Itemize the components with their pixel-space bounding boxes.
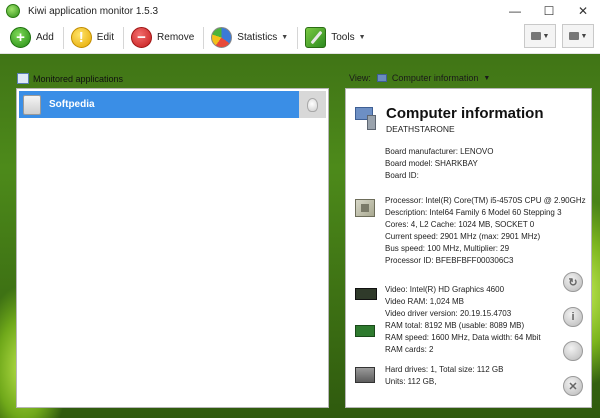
edit-button[interactable]: ! Edit — [67, 24, 118, 52]
pie-chart-icon — [211, 27, 233, 48]
remove-button[interactable]: − Remove — [127, 24, 198, 52]
computer-icon — [355, 107, 377, 131]
add-label: Add — [36, 32, 54, 43]
info-heading: Computer information — [386, 105, 544, 122]
ram-icon — [355, 325, 375, 337]
processor-cores: Cores: 4, L2 Cache: 1024 MB, SOCKET 0 — [385, 220, 535, 229]
settings-icon — [530, 32, 541, 40]
info-icon: i — [571, 311, 575, 323]
skin-dropdown-button[interactable]: ▼ — [562, 24, 594, 48]
refresh-button[interactable]: ↻ — [563, 272, 583, 292]
blank-button[interactable] — [563, 341, 583, 361]
chevron-down-icon: ▼ — [358, 34, 366, 41]
video-driver: Video driver version: 20.19.15.4703 — [385, 309, 512, 318]
board-id: Board ID: — [385, 171, 419, 180]
chevron-down-icon: ▼ — [483, 74, 491, 82]
processor-bus: Bus speed: 100 MHz, Multiplier: 29 — [385, 244, 510, 253]
tools-label: Tools — [331, 32, 355, 43]
monitored-apps-list[interactable]: Softpedia — [16, 88, 329, 408]
monitor-icon — [376, 74, 387, 82]
chevron-down-icon: ▼ — [281, 34, 289, 41]
application-icon — [23, 94, 41, 115]
main-toolbar: + Add ! Edit − Remove Statistics ▼ Tools… — [0, 22, 600, 54]
cpu-icon — [355, 199, 375, 217]
toolbar-separator — [62, 26, 64, 49]
exclamation-icon: ! — [70, 27, 92, 48]
window-title: Kiwi application monitor 1.5.3 — [28, 5, 159, 17]
monitored-apps-header: Monitored applications — [17, 73, 123, 84]
view-selector[interactable]: View: Computer information ▼ — [349, 73, 490, 83]
view-label: View: — [349, 73, 371, 83]
remove-label: Remove — [157, 32, 195, 43]
plus-icon: + — [10, 27, 31, 48]
close-icon: ✕ — [568, 380, 578, 393]
toolbar-separator — [203, 26, 205, 49]
monitored-apps-title: Monitored applications — [33, 73, 124, 84]
status-indicator[interactable] — [299, 91, 326, 118]
view-value: Computer information — [391, 73, 479, 83]
ram-speed: RAM speed: 1600 MHz, Data width: 64 Mbit — [385, 333, 541, 342]
disk-drives: Hard drives: 1, Total size: 112 GB — [385, 365, 504, 374]
window-controls: — ☐ ✕ — [498, 0, 600, 22]
disk-units: Units: 112 GB, — [385, 377, 437, 386]
chevron-down-icon: ▼ — [580, 32, 588, 40]
maximize-button[interactable]: ☐ — [532, 0, 566, 22]
chevron-down-icon: ▼ — [542, 32, 550, 40]
board-model: Board model: SHARKBAY — [385, 159, 478, 168]
list-item[interactable]: Softpedia — [19, 91, 326, 118]
refresh-icon: ↻ — [568, 276, 578, 289]
hard-drive-icon — [355, 367, 375, 383]
settings-dropdown-button[interactable]: ▼ — [524, 24, 556, 48]
video-ram: Video RAM: 1,024 MB — [385, 297, 465, 306]
video-card-icon — [355, 288, 377, 300]
toolbar-right-group: ▼ ▼ — [518, 24, 594, 48]
processor-speed: Current speed: 2901 MHz (max: 2901 MHz) — [385, 232, 541, 241]
ram-total: RAM total: 8192 MB (usable: 8089 MB) — [385, 321, 525, 330]
board-manufacturer: Board manufacturer: LENOVO — [385, 147, 494, 156]
paint-icon — [568, 32, 579, 40]
edit-label: Edit — [96, 32, 115, 43]
computer-name: DEATHSTARONE — [386, 124, 455, 134]
list-item-label: Softpedia — [49, 99, 95, 110]
toolbar-separator — [297, 26, 299, 49]
list-icon — [17, 73, 29, 84]
tools-button[interactable]: Tools ▼ — [301, 24, 369, 52]
main-content: Monitored applications Softpedia View: C… — [0, 55, 600, 418]
ram-cards: RAM cards: 2 — [385, 345, 434, 354]
close-button[interactable]: ✕ — [566, 0, 600, 22]
wrench-icon — [305, 27, 327, 48]
minus-icon: − — [131, 27, 153, 48]
cancel-button[interactable]: ✕ — [563, 376, 583, 396]
processor-description: Description: Intel64 Family 6 Model 60 S… — [385, 208, 562, 217]
lightbulb-icon — [307, 97, 318, 112]
processor-name: Processor: Intel(R) Core(TM) i5-4570S CP… — [385, 196, 586, 205]
info-button[interactable]: i — [563, 307, 583, 327]
statistics-button[interactable]: Statistics ▼ — [207, 24, 292, 52]
minimize-button[interactable]: — — [498, 0, 532, 22]
video-name: Video: Intel(R) HD Graphics 4600 — [385, 285, 505, 294]
kiwi-app-icon — [6, 4, 20, 18]
computer-info-panel: Computer information DEATHSTARONE Board … — [345, 88, 592, 408]
statistics-label: Statistics — [237, 32, 278, 43]
add-button[interactable]: + Add — [6, 24, 58, 52]
toolbar-separator — [123, 26, 125, 49]
processor-id: Processor ID: BFEBFBFF000306C3 — [385, 256, 514, 265]
title-bar: Kiwi application monitor 1.5.3 — ☐ ✕ — [0, 0, 600, 22]
